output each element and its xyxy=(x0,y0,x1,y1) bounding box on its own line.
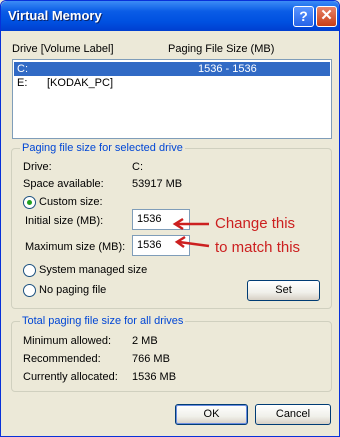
custom-size-radio[interactable] xyxy=(23,196,36,209)
drive-value: C: xyxy=(132,161,143,173)
drive-list[interactable]: C: 1536 - 1536 E: [KODAK_PC] xyxy=(12,59,332,139)
set-button[interactable]: Set xyxy=(247,280,320,301)
minimum-allowed-label: Minimum allowed: xyxy=(23,335,112,347)
radio-selected-dot xyxy=(27,200,32,205)
currently-allocated-value: 1536 MB xyxy=(132,371,177,383)
annotation-change-this: Change this xyxy=(215,215,296,232)
maximum-size-label: Maximum size (MB): xyxy=(25,241,126,253)
recommended-value: 766 MB xyxy=(132,353,170,365)
virtual-memory-dialog: Virtual Memory ? ✕ Drive [Volume Label] … xyxy=(0,0,340,437)
drive-paging-size: 1536 - 1536 xyxy=(198,63,257,75)
minimum-allowed-value: 2 MB xyxy=(132,335,158,347)
window-title: Virtual Memory xyxy=(8,8,102,23)
system-managed-label: System managed size xyxy=(39,264,148,276)
total-paging-group-title: Total paging file size for all drives xyxy=(20,315,186,327)
initial-size-label: Initial size (MB): xyxy=(25,215,104,227)
drive-letter: E: xyxy=(17,77,28,89)
recommended-label: Recommended: xyxy=(23,353,101,365)
currently-allocated-label: Currently allocated: xyxy=(23,371,118,383)
no-paging-file-radio[interactable] xyxy=(23,284,36,297)
space-available-label: Space available: xyxy=(23,178,104,190)
drive-label: Drive: xyxy=(23,161,52,173)
close-button[interactable]: ✕ xyxy=(316,6,337,27)
title-bar[interactable]: Virtual Memory ? ✕ xyxy=(1,1,339,31)
selected-drive-group-title: Paging file size for selected drive xyxy=(20,142,185,154)
drive-column-header: Drive [Volume Label] xyxy=(12,43,114,55)
ok-button[interactable]: OK xyxy=(175,404,248,425)
no-paging-file-label: No paging file xyxy=(39,284,107,296)
drive-letter: C: xyxy=(17,63,28,75)
arrow-to-initial-size xyxy=(172,217,209,231)
drive-row-c[interactable]: C: 1536 - 1536 xyxy=(14,62,330,76)
annotation-match-this: to match this xyxy=(215,239,301,256)
help-button[interactable]: ? xyxy=(293,6,314,27)
paging-size-column-header: Paging File Size (MB) xyxy=(168,43,275,55)
system-managed-radio[interactable] xyxy=(23,264,36,277)
cancel-button[interactable]: Cancel xyxy=(255,404,331,425)
arrow-to-maximum-size xyxy=(174,235,210,249)
drive-volume-label: [KODAK_PC] xyxy=(47,77,114,89)
custom-size-label: Custom size: xyxy=(39,196,103,208)
space-available-value: 53917 MB xyxy=(132,178,183,190)
drive-row-e[interactable]: E: [KODAK_PC] xyxy=(14,76,330,90)
annotation-arrows xyxy=(172,217,210,249)
